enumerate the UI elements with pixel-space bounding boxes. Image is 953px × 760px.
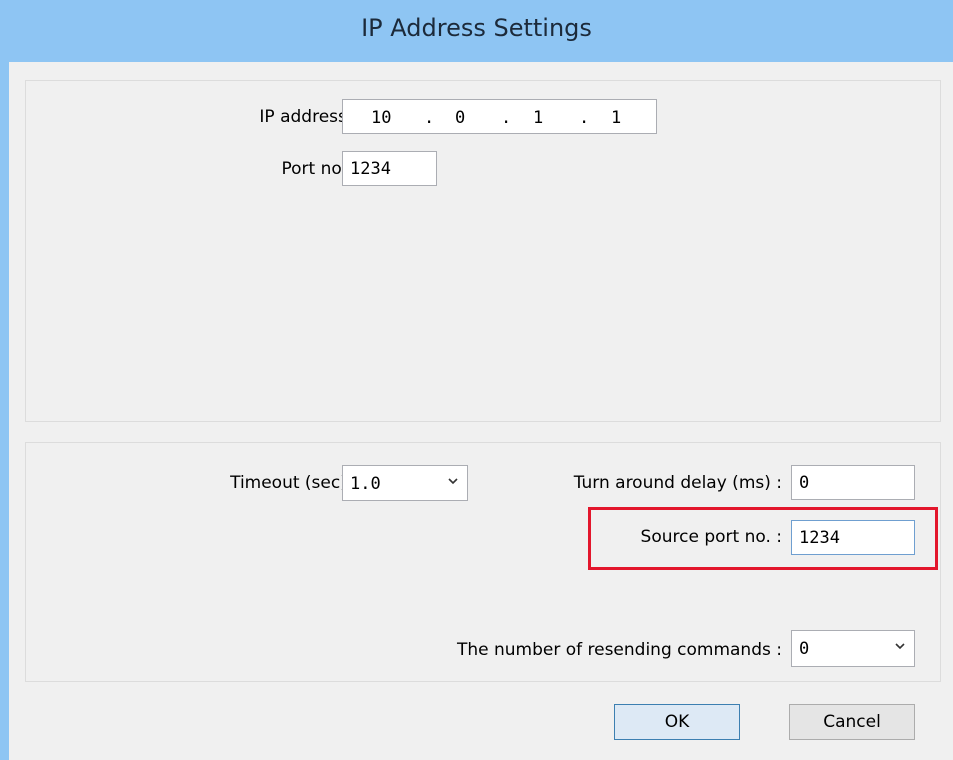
ip-separator: . [501, 108, 512, 128]
ip-octet-1[interactable]: 10 [371, 108, 391, 128]
ip-address-settings-window: IP Address Settings IP address : 10 . 0 … [0, 0, 953, 760]
port-number-field[interactable]: 1234 [342, 151, 437, 186]
ip-address-field[interactable]: 10 . 0 . 1 . 1 [342, 99, 657, 134]
timeout-label: Timeout (sec) : [230, 473, 358, 493]
chevron-down-icon [448, 478, 458, 485]
connection-group: IP address : 10 . 0 . 1 . 1 Port no. : 1… [25, 80, 941, 422]
ip-octet-3[interactable]: 1 [533, 108, 543, 128]
ip-octet-2[interactable]: 0 [455, 108, 465, 128]
turnaround-delay-field[interactable]: 0 [791, 465, 915, 500]
turnaround-delay-label: Turn around delay (ms) : [573, 473, 782, 493]
resending-commands-label: The number of resending commands : [456, 640, 782, 660]
resending-commands-select[interactable]: 0 [791, 630, 915, 667]
source-port-field[interactable]: 1234 [791, 520, 915, 555]
cancel-button[interactable]: Cancel [789, 704, 915, 740]
timeout-value: 1.0 [350, 474, 381, 494]
ok-button[interactable]: OK [614, 704, 740, 740]
resending-commands-value: 0 [799, 639, 810, 659]
timeout-select[interactable]: 1.0 [342, 465, 468, 501]
options-group: Timeout (sec) : 1.0 Turn around delay (m… [25, 442, 941, 682]
window-title: IP Address Settings [361, 14, 592, 42]
source-port-label: Source port no. : [640, 527, 782, 547]
dialog-body: IP address : 10 . 0 . 1 . 1 Port no. : 1… [9, 62, 953, 760]
chevron-down-icon [895, 643, 905, 650]
ip-separator: . [579, 108, 590, 128]
ip-separator: . [424, 108, 435, 128]
title-bar[interactable]: IP Address Settings [0, 0, 953, 62]
ip-octet-4[interactable]: 1 [611, 108, 621, 128]
